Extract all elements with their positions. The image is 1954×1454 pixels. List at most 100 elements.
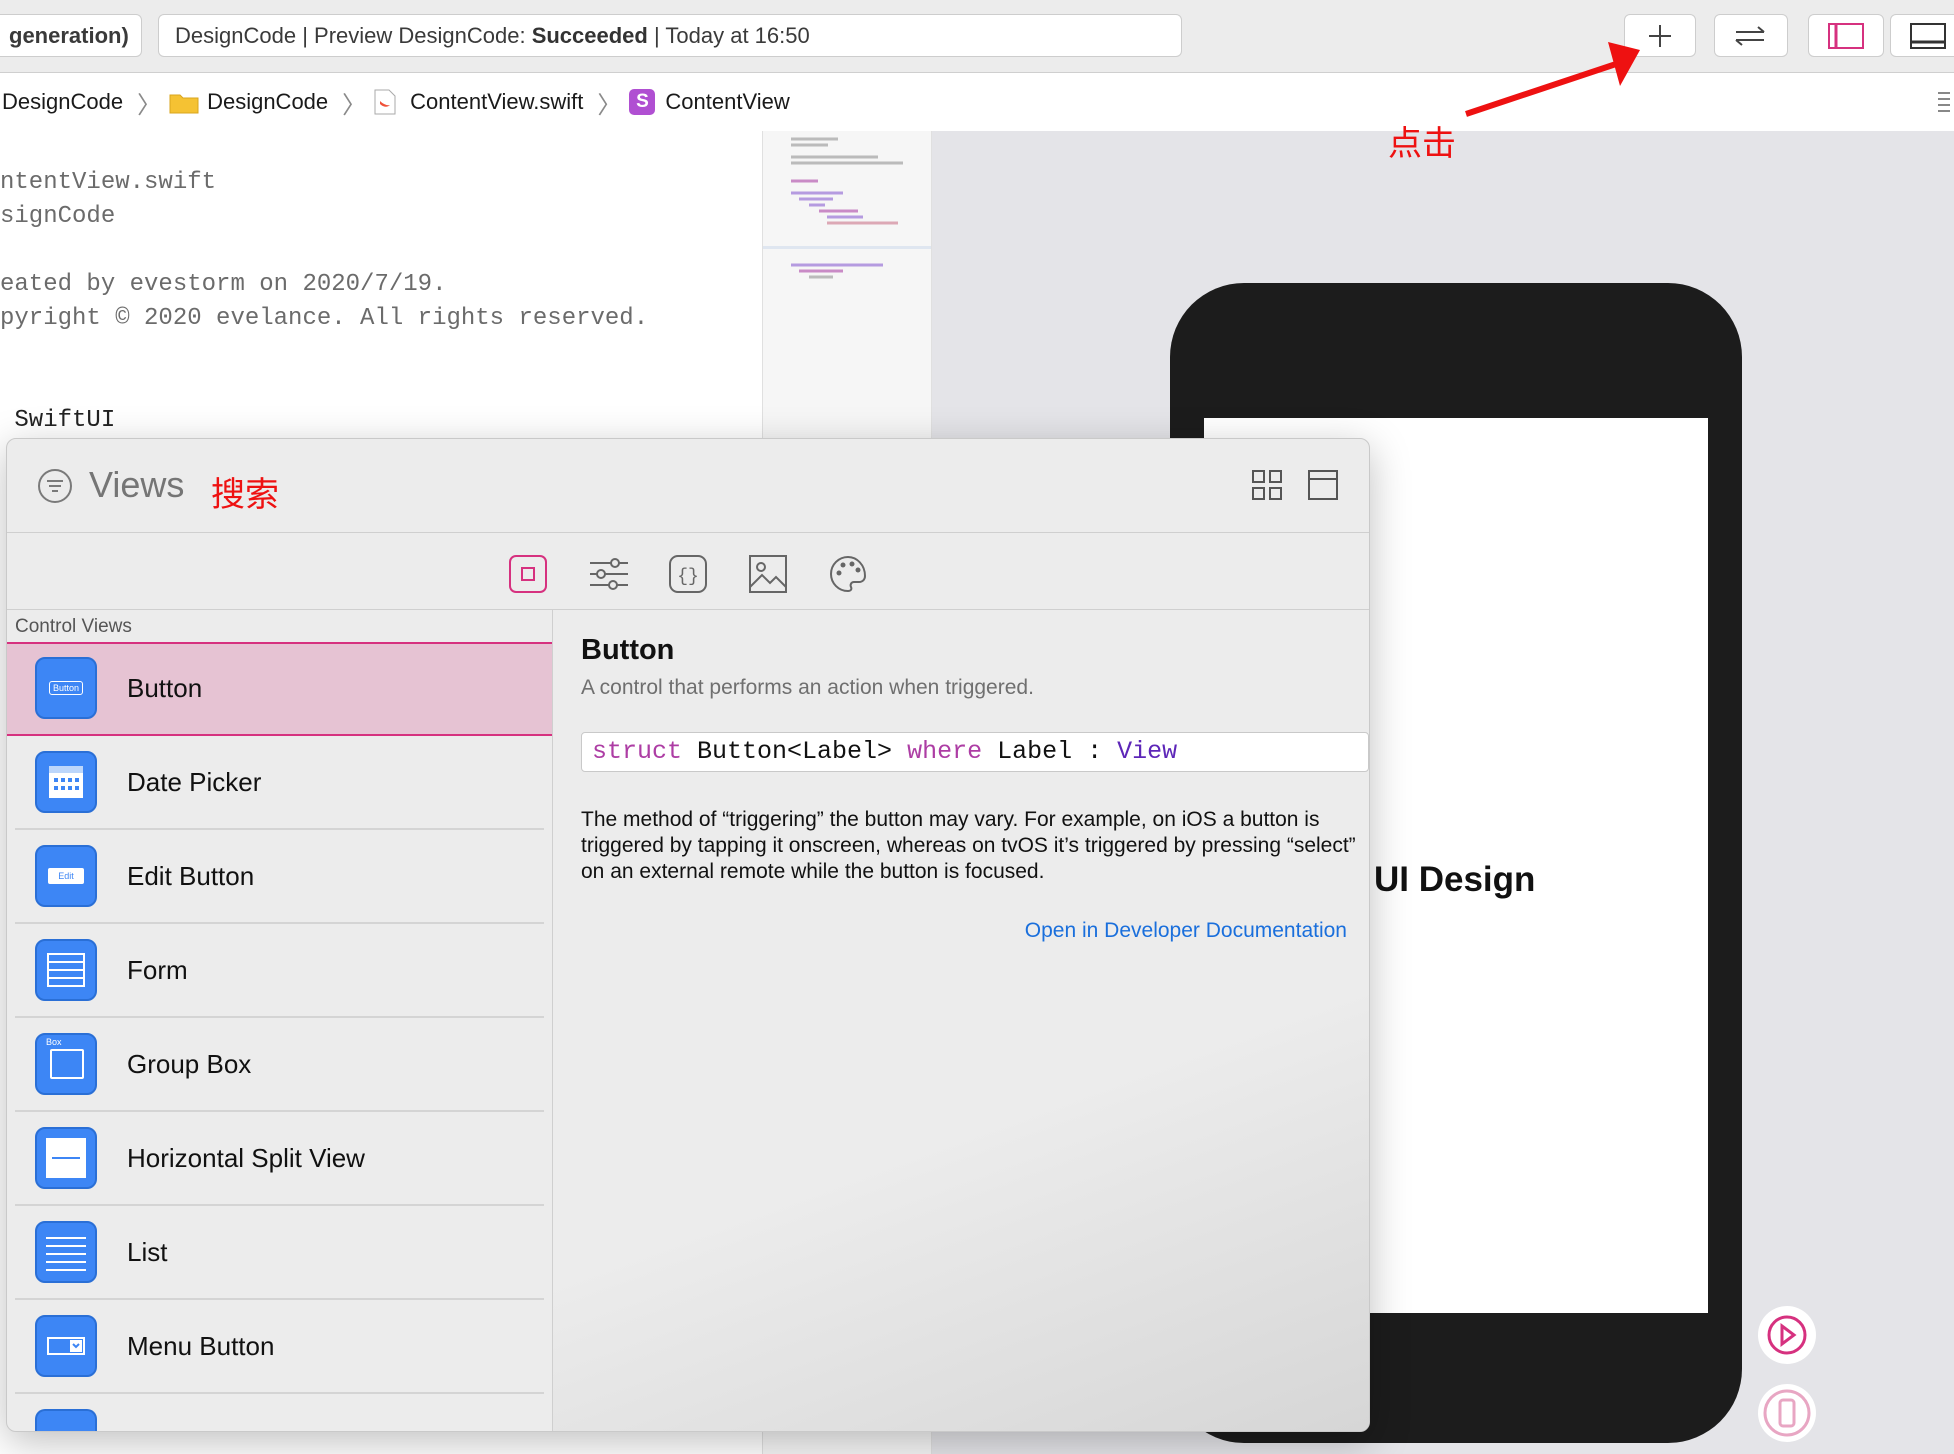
live-preview-button[interactable] [1758,1306,1816,1364]
list-item-label: Horizontal Split View [127,1143,365,1173]
form-icon [35,939,97,1001]
filter-icon [38,469,72,503]
decl-keyword: struct [592,737,683,766]
group-box-icon: Box [35,1033,97,1095]
list-item-label: Form [127,955,188,985]
section-header: Control Views [15,616,132,637]
play-circle-icon [1767,1315,1807,1355]
list-item-menu-button[interactable]: Menu Button [7,1300,552,1394]
sidebar-left-icon [1828,22,1864,49]
developer-docs-link[interactable]: Open in Developer Documentation [1025,919,1347,943]
image-icon [749,555,787,593]
tab-modifiers[interactable] [589,555,629,593]
code-line: pyright © 2020 evelance. All rights rese… [0,305,649,332]
library-search-bar: 搜索 [7,439,1369,533]
folder-icon [169,94,199,114]
arrows-left-right-icon [1735,25,1765,46]
library-popover: 搜索 [6,438,1370,1432]
declaration-box: struct Button<Label> where Label : View [581,732,1369,772]
item-detail-pane: Button A control that performs an action… [553,610,1369,1431]
breadcrumb-file[interactable]: ContentView.swift [374,89,583,115]
grid-view-icon[interactable] [1251,469,1283,501]
list-item-button[interactable]: Button Button [7,642,552,736]
menu-button-icon [35,1315,97,1377]
scheme-selector[interactable]: generation) [0,14,142,57]
palette-icon [830,555,867,593]
code-review-button[interactable] [1714,14,1788,57]
detail-subtitle: A control that performs an action when t… [581,676,1034,699]
code-line: SwiftUI [0,407,116,434]
code-line: ntentView.swift [0,169,217,196]
status-prefix: DesignCode | Preview DesignCode: [175,22,532,48]
search-annotation-text: 搜索 [211,476,279,514]
button-icon-text: Button [48,681,84,695]
button-view-icon: Button [35,657,97,719]
box-icon-text: Box [46,1037,62,1047]
edit-button-icon: Edit [35,845,97,907]
minimap-viewport [763,246,931,249]
breadcrumb-symbol[interactable]: S ContentView [629,89,790,115]
decl-text: Button<Label> [682,737,908,766]
editor-options-icon[interactable] [1936,90,1952,116]
swift-file-icon [374,89,396,115]
views-square-icon [509,555,547,593]
list-icon [35,1221,97,1283]
partial-item-icon [35,1409,97,1431]
detail-view-icon[interactable] [1307,469,1339,501]
tab-snippets[interactable]: {} [669,555,707,593]
click-annotation-text: 点击 [1388,125,1456,163]
list-item-group-box[interactable]: Box Group Box [7,1018,552,1112]
tab-colors[interactable] [829,555,867,593]
struct-symbol-icon: S [629,89,656,115]
breadcrumb-folder[interactable]: DesignCode [169,89,328,115]
list-item-list[interactable]: List [7,1206,552,1300]
list-item-edit-button[interactable]: Edit Edit Button [7,830,552,924]
breadcrumb-folder-label: DesignCode [207,89,329,114]
list-item-label: Button [127,673,203,703]
library-search-input[interactable] [87,461,191,509]
preview-on-device-button[interactable] [1758,1384,1816,1442]
list-item-label: Menu Button [127,1331,275,1361]
breadcrumb-symbol-label: ContentView [665,89,790,114]
code-line: signCode [0,203,116,230]
decl-keyword: where [907,737,983,766]
detail-description: The method of “triggering” the button ma… [581,808,1356,883]
library-item-list[interactable]: Control Views Button Button Date Picker … [7,610,553,1431]
list-item-horizontal-split-view[interactable]: Horizontal Split View [7,1112,552,1206]
edit-icon-text: Edit [48,868,84,884]
detail-title: Button [581,634,675,666]
code-line: eated by evestorm on 2020/7/19. [0,271,447,298]
calendar-icon [35,751,97,813]
split-view-icon [35,1127,97,1189]
list-item-label: Edit Button [127,861,255,891]
toggle-navigator-button[interactable] [1808,14,1884,57]
library-category-tabs: {} [7,533,1369,610]
sliders-icon [590,558,628,590]
list-item-form[interactable]: Form [7,924,552,1018]
click-annotation-arrow [1465,42,1640,117]
device-circle-icon [1763,1389,1811,1437]
panel-bottom-icon [1910,22,1946,49]
breadcrumb-file-label: ContentView.swift [410,89,584,114]
list-item-partial[interactable] [7,1394,552,1431]
scheme-label: generation) [9,22,129,48]
list-item-date-picker[interactable]: Date Picker [7,736,552,830]
breadcrumb-project[interactable]: DesignCode [2,89,123,115]
list-item-label: Date Picker [127,767,262,797]
status-time: | Today at 16:50 [647,22,810,48]
preview-title-text: UI Design [1374,860,1536,899]
activity-status-bar: DesignCode | Preview DesignCode: Succeed… [158,14,1182,57]
braces-icon: {} [669,555,707,593]
chevron-right-icon: 〉 [342,91,367,119]
status-result: Succeeded [531,22,648,48]
toggle-debug-area-button[interactable] [1890,14,1954,57]
decl-type: View [1117,737,1178,766]
tab-views[interactable] [509,555,547,593]
breadcrumb-project-label: DesignCode [2,89,124,114]
chevron-right-icon: 〉 [137,91,162,119]
list-item-label: List [127,1237,168,1267]
tab-media[interactable] [749,555,787,593]
decl-text: Label : [982,737,1118,766]
svg-text:{}: {} [677,567,699,587]
list-item-label: Group Box [127,1049,252,1079]
